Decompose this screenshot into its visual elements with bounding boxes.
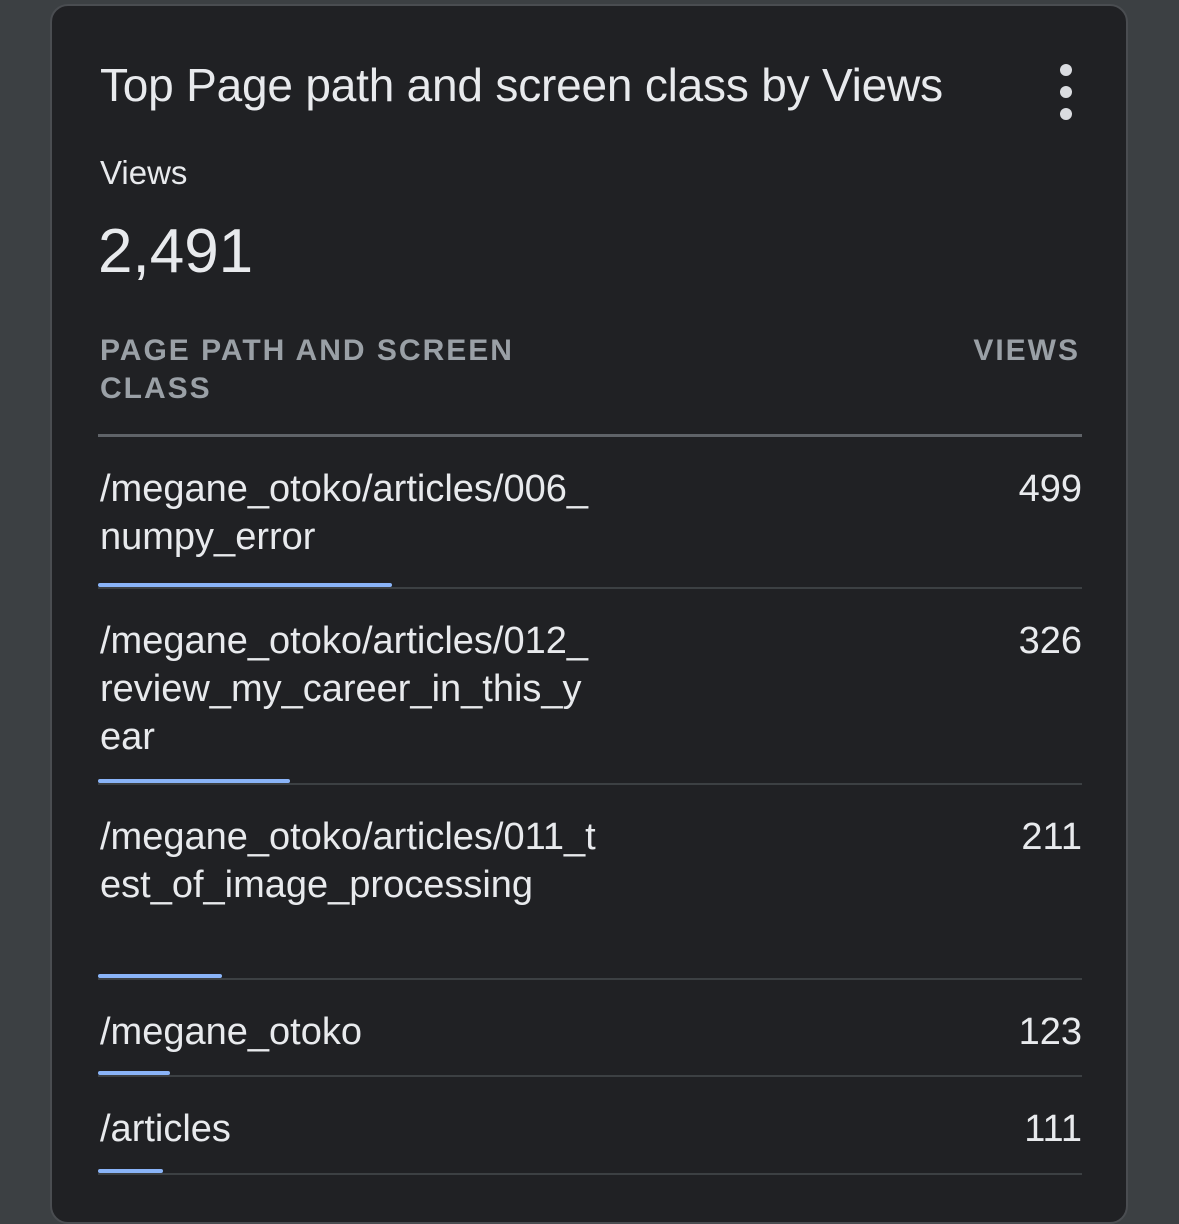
table-row[interactable]: /megane_otoko 123 [98, 980, 1082, 1077]
card-title: Top Page path and screen class by Views [100, 59, 943, 111]
metric-total-value: 2,491 [98, 217, 254, 286]
column-header-views: VIEWS [973, 334, 1080, 367]
row-page-path: /megane_otoko [100, 1011, 362, 1053]
row-page-path: /megane_otoko/articles/012_review_my_car… [100, 620, 588, 758]
table-row[interactable]: /articles 111 [98, 1077, 1082, 1175]
row-views-value: 326 [1018, 620, 1082, 662]
row-proportion-bar [98, 779, 290, 783]
row-proportion-bar [98, 1169, 163, 1173]
column-header-page-path: PAGE PATH AND SCREEN CLASS [100, 334, 514, 405]
more-dot [1060, 64, 1072, 76]
more-dot [1060, 86, 1072, 98]
top-pages-card: Top Page path and screen class by Views … [50, 4, 1128, 1224]
row-proportion-bar [98, 974, 222, 978]
more-vert-icon[interactable] [1046, 64, 1086, 120]
row-proportion-bar [98, 583, 392, 587]
row-views-value: 499 [1018, 468, 1082, 510]
row-proportion-bar [98, 1071, 170, 1075]
table-row[interactable]: /megane_otoko/articles/006_numpy_error 4… [98, 437, 1082, 589]
metric-label: Views [100, 154, 188, 191]
row-views-value: 211 [1021, 816, 1082, 858]
row-views-value: 111 [1024, 1108, 1082, 1150]
row-page-path: /megane_otoko/articles/006_numpy_error [100, 468, 588, 558]
row-views-value: 123 [1018, 1011, 1082, 1053]
more-dot [1060, 108, 1072, 120]
table-body: /megane_otoko/articles/006_numpy_error 4… [98, 437, 1082, 1175]
table-row[interactable]: /megane_otoko/articles/011_test_of_image… [98, 785, 1082, 980]
row-page-path: /articles [100, 1108, 231, 1150]
row-page-path: /megane_otoko/articles/011_test_of_image… [100, 816, 596, 906]
table-row[interactable]: /megane_otoko/articles/012_review_my_car… [98, 589, 1082, 785]
